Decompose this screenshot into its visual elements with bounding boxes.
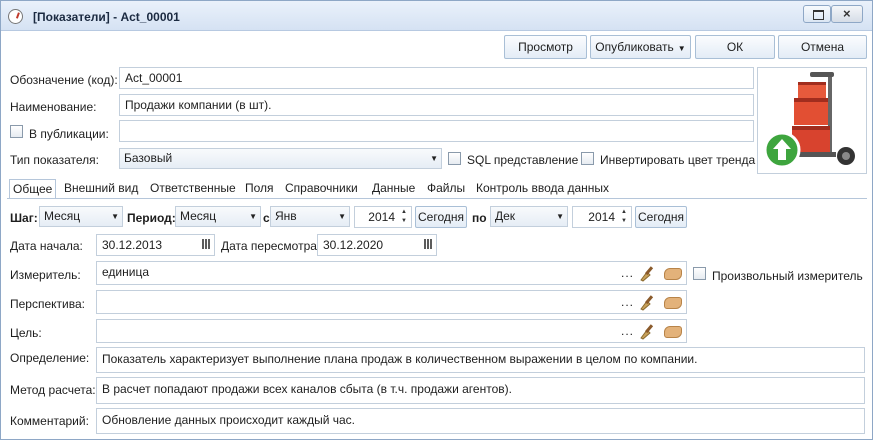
calendar-icon[interactable] bbox=[202, 239, 211, 249]
invert-label: Инвертировать цвет тренда bbox=[600, 153, 756, 167]
app-icon bbox=[8, 9, 23, 24]
start-date-label: Дата начала: bbox=[10, 239, 83, 253]
invert-checkbox[interactable] bbox=[581, 152, 594, 165]
to-label: по bbox=[472, 211, 487, 225]
to-year-spinner[interactable]: 2014 ▲ ▼ bbox=[572, 206, 632, 228]
clear-icon[interactable] bbox=[639, 322, 657, 340]
publication-checkbox[interactable] bbox=[10, 125, 23, 138]
from-month-select[interactable]: Янв ▼ bbox=[270, 206, 350, 227]
sql-checkbox[interactable] bbox=[448, 152, 461, 165]
publish-button[interactable]: Опубликовать ▼ bbox=[590, 35, 691, 59]
tab-appearance[interactable]: Внешний вид bbox=[61, 179, 141, 199]
hand-truck-icon bbox=[763, 72, 855, 169]
definition-label: Определение: bbox=[10, 351, 90, 365]
clear-icon[interactable] bbox=[639, 264, 657, 282]
clear-icon[interactable] bbox=[639, 293, 657, 311]
spin-up-icon[interactable]: ▲ bbox=[398, 208, 410, 217]
title-bar: [Показатели] - Act_00001 × bbox=[1, 1, 872, 31]
perspective-browse-button[interactable]: ... bbox=[621, 295, 634, 309]
spin-down-icon[interactable]: ▼ bbox=[618, 217, 630, 226]
chevron-down-icon: ▼ bbox=[249, 212, 257, 221]
pick-icon[interactable] bbox=[664, 297, 682, 309]
sql-label: SQL представление bbox=[467, 153, 579, 167]
chevron-down-icon: ▼ bbox=[111, 212, 119, 221]
calendar-icon[interactable] bbox=[424, 239, 433, 249]
tab-files[interactable]: Файлы bbox=[424, 179, 468, 199]
review-date-label: Дата пересмотра: bbox=[221, 239, 321, 253]
goal-field[interactable] bbox=[96, 319, 687, 343]
restore-button[interactable] bbox=[803, 5, 831, 23]
period-label: Период: bbox=[127, 211, 176, 225]
to-month-select[interactable]: Дек ▼ bbox=[490, 206, 568, 227]
publication-label: В публикации: bbox=[29, 127, 109, 141]
tab-input-control[interactable]: Контроль ввода данных bbox=[473, 179, 612, 199]
pick-icon[interactable] bbox=[664, 326, 682, 338]
type-select[interactable]: Базовый ▼ bbox=[119, 148, 442, 169]
name-label: Наименование: bbox=[10, 100, 97, 114]
tab-divider bbox=[7, 198, 867, 199]
to-today-button[interactable]: Сегодня bbox=[635, 206, 687, 228]
comment-label: Комментарий: bbox=[10, 414, 89, 428]
chevron-down-icon: ▼ bbox=[338, 212, 346, 221]
tab-fields[interactable]: Поля bbox=[242, 179, 277, 199]
goal-browse-button[interactable]: ... bbox=[621, 324, 634, 338]
close-icon: × bbox=[843, 6, 851, 21]
step-label: Шаг: bbox=[10, 211, 38, 225]
definition-field[interactable]: Показатель характеризует выполнение план… bbox=[96, 347, 865, 373]
code-label: Обозначение (код): bbox=[10, 73, 118, 87]
chevron-down-icon: ▼ bbox=[556, 212, 564, 221]
method-label: Метод расчета: bbox=[10, 383, 96, 397]
spin-up-icon[interactable]: ▲ bbox=[618, 208, 630, 217]
spin-down-icon[interactable]: ▼ bbox=[398, 217, 410, 226]
ok-button[interactable]: ОК bbox=[695, 35, 775, 59]
comment-field[interactable]: Обновление данных происходит каждый час. bbox=[96, 408, 865, 434]
from-year-spinner[interactable]: 2014 ▲ ▼ bbox=[354, 206, 412, 228]
tab-responsible[interactable]: Ответственные bbox=[147, 179, 239, 199]
meter-label: Измеритель: bbox=[10, 268, 81, 282]
tab-data[interactable]: Данные bbox=[369, 179, 418, 199]
step-select[interactable]: Месяц ▼ bbox=[39, 206, 123, 227]
name-field[interactable]: Продажи компании (в шт). bbox=[119, 94, 754, 116]
cancel-button[interactable]: Отмена bbox=[778, 35, 867, 59]
custom-meter-label: Произвольный измеритель bbox=[712, 269, 863, 283]
period-select[interactable]: Месяц ▼ bbox=[175, 206, 261, 227]
tab-general[interactable]: Общее bbox=[9, 179, 57, 199]
publication-field[interactable] bbox=[119, 120, 754, 142]
tab-references[interactable]: Справочники bbox=[282, 179, 361, 199]
chevron-down-icon: ▼ bbox=[430, 154, 438, 163]
code-field[interactable]: Act_00001 bbox=[119, 67, 754, 89]
from-label: с bbox=[263, 211, 270, 225]
review-date-field[interactable]: 30.12.2020 bbox=[317, 234, 437, 256]
perspective-label: Перспектива: bbox=[10, 297, 85, 311]
type-label: Тип показателя: bbox=[10, 153, 99, 167]
chevron-down-icon: ▼ bbox=[677, 44, 686, 53]
window-title: [Показатели] - Act_00001 bbox=[33, 10, 180, 24]
perspective-field[interactable] bbox=[96, 290, 687, 314]
custom-meter-checkbox[interactable] bbox=[693, 267, 706, 280]
view-button[interactable]: Просмотр bbox=[504, 35, 587, 59]
meter-field[interactable]: единица bbox=[96, 261, 687, 285]
pick-icon[interactable] bbox=[664, 268, 682, 280]
indicator-image[interactable] bbox=[757, 67, 867, 174]
indicator-window: [Показатели] - Act_00001 × Просмотр Опуб… bbox=[0, 0, 873, 440]
method-field[interactable]: В расчет попадают продажи всех каналов с… bbox=[96, 377, 865, 404]
goal-label: Цель: bbox=[10, 326, 42, 340]
from-today-button[interactable]: Сегодня bbox=[415, 206, 467, 228]
close-button[interactable]: × bbox=[831, 5, 863, 23]
meter-browse-button[interactable]: ... bbox=[621, 266, 634, 280]
start-date-field[interactable]: 30.12.2013 bbox=[96, 234, 215, 256]
